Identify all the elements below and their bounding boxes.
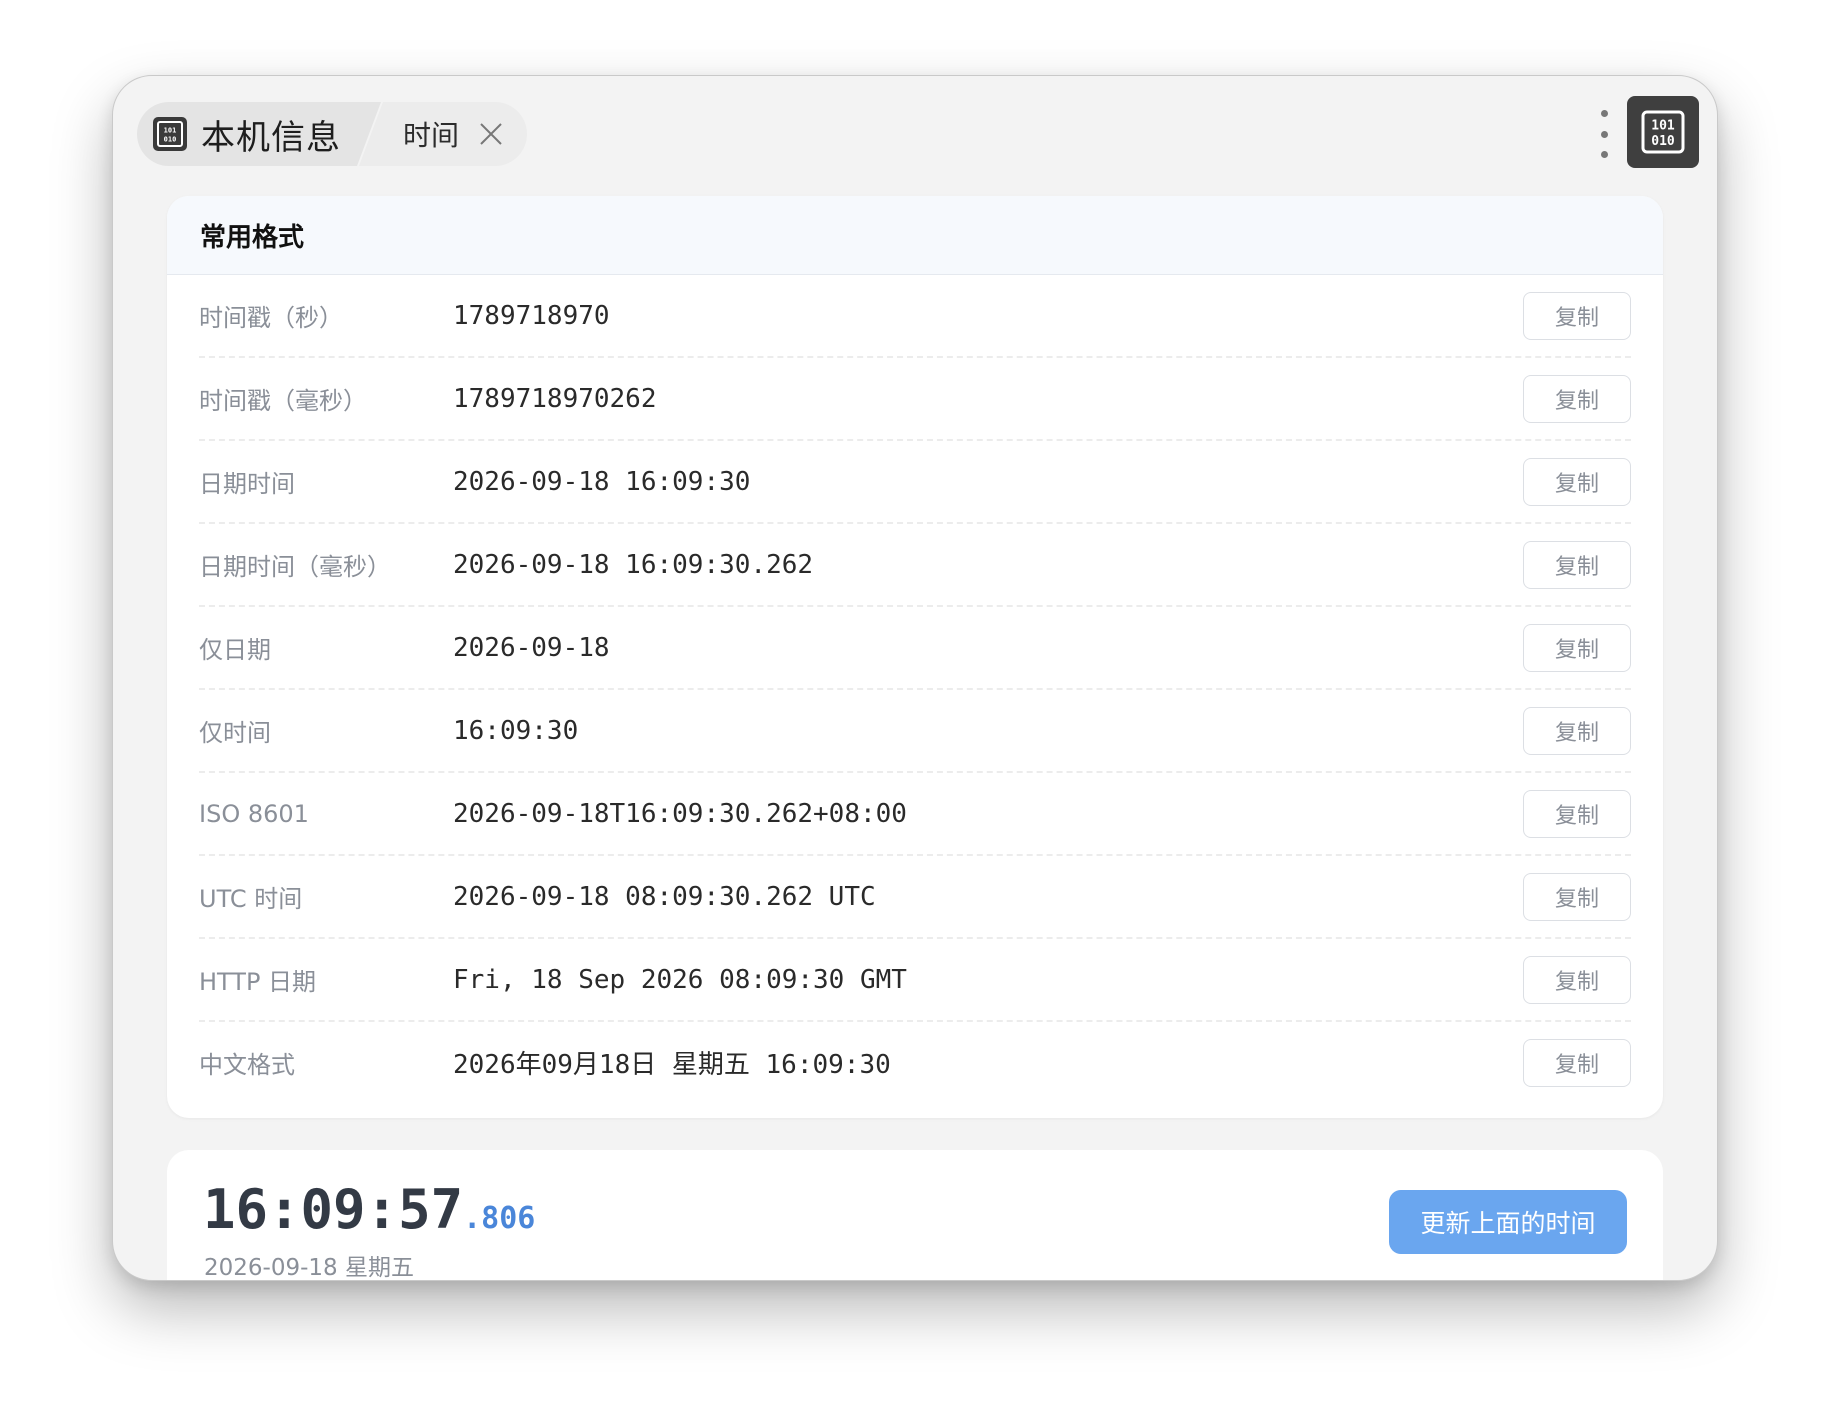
app-logo-icon[interactable]: 101 010 [1627, 96, 1699, 168]
svg-text:010: 010 [164, 136, 177, 144]
format-value: Fri, 18 Sep 2026 08:09:30 GMT [453, 964, 907, 995]
format-label: 日期时间（毫秒） [199, 553, 391, 581]
format-label: 仅日期 [199, 636, 271, 664]
format-label: HTTP 日期 [199, 968, 317, 996]
copy-button[interactable]: 复制 [1523, 623, 1631, 672]
update-time-button[interactable]: 更新上面的时间 [1389, 1190, 1627, 1254]
format-value: 1789718970262 [453, 383, 657, 414]
kebab-dot [1600, 130, 1608, 138]
copy-button[interactable]: 复制 [1523, 706, 1631, 755]
close-icon[interactable] [477, 120, 505, 148]
format-label: 中文格式 [199, 1051, 295, 1079]
breadcrumb-app[interactable]: 101 010 本机信息 [137, 102, 381, 166]
format-value: 2026-09-18 [453, 632, 610, 663]
format-row: 日期时间 2026-09-18 16:09:30 复制 [199, 441, 1631, 524]
copy-button[interactable]: 复制 [1523, 955, 1631, 1004]
format-row: ISO 8601 2026-09-18T16:09:30.262+08:00 复制 [199, 773, 1631, 856]
clock-milliseconds: .806 [463, 1201, 536, 1236]
copy-button[interactable]: 复制 [1523, 374, 1631, 423]
format-label: UTC 时间 [199, 885, 303, 913]
format-row: 仅时间 16:09:30 复制 [199, 690, 1631, 773]
format-value: 2026-09-18 08:09:30.262 UTC [453, 881, 876, 912]
card-header: 常用格式 [167, 196, 1663, 275]
clock-panel: 16:09:57 .806 2026-09-18 星期五 更新上面的时间 [167, 1150, 1663, 1281]
format-label: 日期时间 [199, 470, 295, 498]
format-row: HTTP 日期 Fri, 18 Sep 2026 08:09:30 GMT 复制 [199, 939, 1631, 1022]
format-label: ISO 8601 [199, 799, 309, 828]
format-value: 2026-09-18 16:09:30.262 [453, 549, 814, 580]
more-vertical-icon[interactable] [1595, 110, 1613, 158]
kebab-dot [1600, 110, 1608, 117]
format-row: 日期时间（毫秒） 2026-09-18 16:09:30.262 复制 [199, 524, 1631, 607]
format-row: 时间戳（毫秒） 1789718970262 复制 [199, 358, 1631, 441]
formats-card: 常用格式 时间戳（秒） 1789718970 复制 时间戳（毫秒） 1789718970… [167, 196, 1663, 1118]
svg-text:101: 101 [164, 127, 177, 135]
clock-time: 16:09:57 [203, 1178, 464, 1241]
kebab-dot [1600, 151, 1608, 158]
copy-button[interactable]: 复制 [1523, 291, 1631, 340]
format-value: 2026-09-18 16:09:30 [453, 466, 751, 497]
copy-button[interactable]: 复制 [1523, 1038, 1631, 1087]
format-row: 时间戳（秒） 1789718970 复制 [199, 275, 1631, 358]
svg-text:010: 010 [1651, 134, 1675, 149]
app-window: 101 010 本机信息 时间 101 010 常用格式 时间戳（秒） 1789… [112, 75, 1718, 1281]
format-rows: 时间戳（秒） 1789718970 复制 时间戳（毫秒） 1789718970262 复制… [167, 275, 1663, 1103]
copy-button[interactable]: 复制 [1523, 789, 1631, 838]
copy-button[interactable]: 复制 [1523, 457, 1631, 506]
clock-date: 2026-09-18 星期五 [204, 1255, 414, 1281]
format-value: 1789718970 [453, 300, 610, 331]
format-row: UTC 时间 2026-09-18 08:09:30.262 UTC 复制 [199, 856, 1631, 939]
format-label: 时间戳（秒） [199, 304, 343, 332]
format-label: 时间戳（毫秒） [199, 387, 367, 415]
copy-button[interactable]: 复制 [1523, 540, 1631, 589]
breadcrumb: 101 010 本机信息 时间 [137, 102, 528, 166]
breadcrumb-app-label: 本机信息 [201, 117, 341, 158]
format-value: 16:09:30 [453, 715, 579, 746]
card-title: 常用格式 [200, 222, 305, 253]
format-value: 2026年09月18日 星期五 16:09:30 [453, 1050, 891, 1080]
format-label: 仅时间 [199, 719, 271, 747]
tab-time[interactable]: 时间 [359, 102, 528, 166]
format-row: 仅日期 2026-09-18 复制 [199, 607, 1631, 690]
format-row: 中文格式 2026年09月18日 星期五 16:09:30 复制 [199, 1022, 1631, 1103]
copy-button[interactable]: 复制 [1523, 872, 1631, 921]
live-clock: 16:09:57 .806 [203, 1178, 535, 1241]
svg-text:101: 101 [1651, 119, 1675, 134]
tab-time-label: 时间 [403, 119, 460, 152]
format-value: 2026-09-18T16:09:30.262+08:00 [453, 798, 907, 829]
binary-icon: 101 010 [153, 117, 187, 151]
